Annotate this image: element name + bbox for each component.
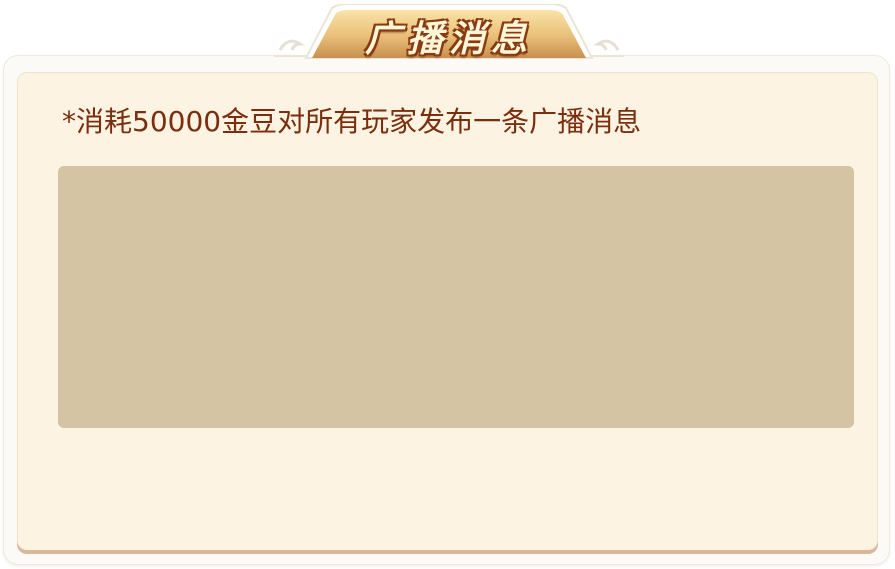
broadcast-message-input[interactable]	[58, 166, 854, 428]
broadcast-dialog: 广播消息 *消耗50000金豆对所有玩家发布一条广播消息	[0, 0, 895, 569]
cost-instruction: *消耗50000金豆对所有玩家发布一条广播消息	[62, 105, 642, 138]
dialog-title: 广播消息	[364, 18, 533, 60]
title-tab: 广播消息	[272, 4, 626, 60]
